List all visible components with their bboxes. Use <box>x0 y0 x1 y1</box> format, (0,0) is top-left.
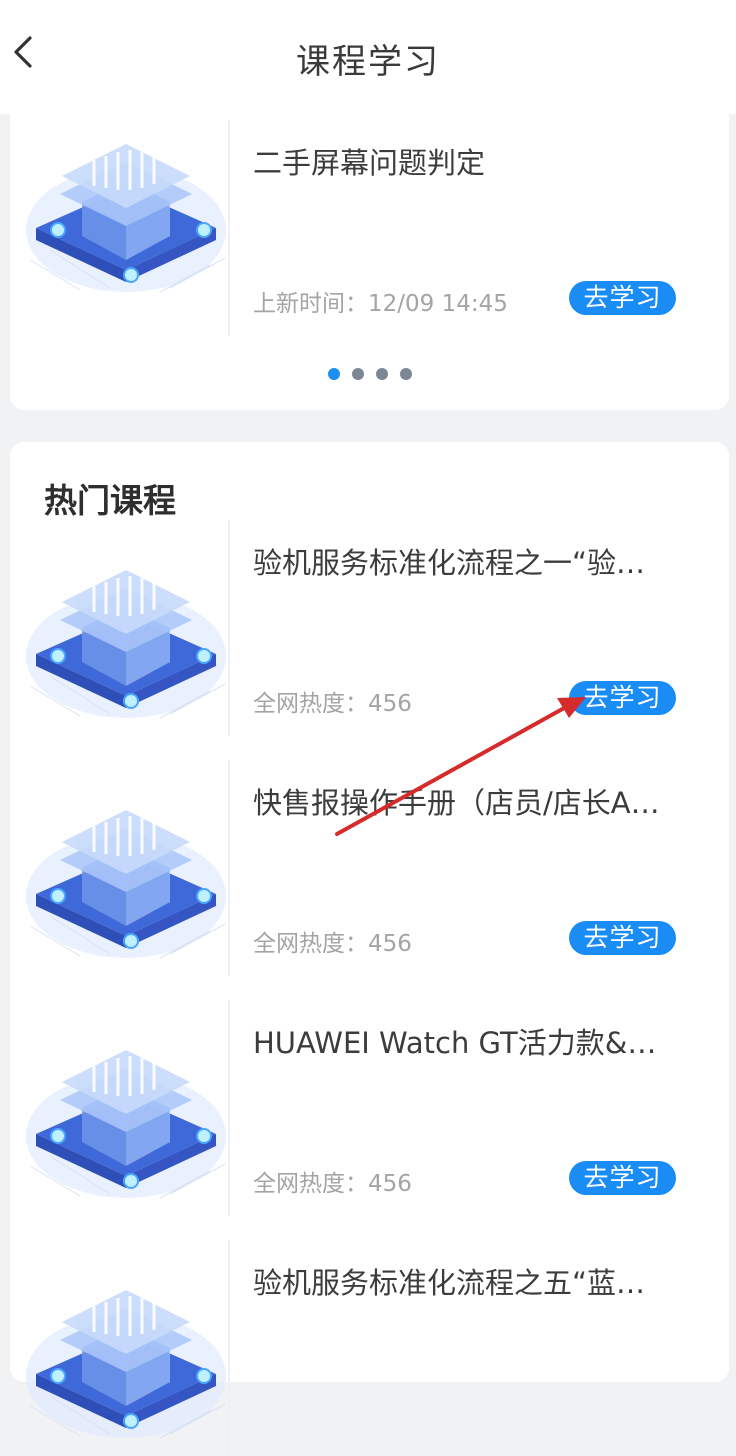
go-study-button[interactable]: 去学习 <box>569 921 676 955</box>
carousel-dot[interactable] <box>352 368 364 380</box>
hot-courses-card: 热门课程 验机服务标准化流程之一“验… 全网热度：456 去学习 快售报操作手册… <box>10 442 729 1456</box>
go-study-button[interactable]: 去学习 <box>569 681 676 715</box>
course-thumbnail <box>20 536 232 726</box>
divider <box>228 1240 230 1456</box>
course-item[interactable]: 快售报操作手册（店员/店长A… 全网热度：456 去学习 <box>10 760 729 976</box>
course-item[interactable]: 验机服务标准化流程之五“蓝… <box>10 1240 729 1456</box>
course-thumbnail <box>20 1256 232 1446</box>
course-title: 二手屏幕问题判定 <box>253 146 486 180</box>
section-title: 热门课程 <box>44 481 176 520</box>
divider <box>228 120 230 336</box>
page-title: 课程学习 <box>296 42 440 82</box>
course-title: 验机服务标准化流程之一“验… <box>253 546 646 580</box>
course-popularity: 全网热度：456 <box>253 691 412 717</box>
course-item[interactable]: 验机服务标准化流程之一“验… 全网热度：456 去学习 <box>10 520 729 736</box>
featured-course-item[interactable]: 二手屏幕问题判定 上新时间：12/09 14:45 去学习 <box>10 120 729 336</box>
course-thumbnail <box>20 110 232 300</box>
course-title: 验机服务标准化流程之五“蓝… <box>253 1266 646 1300</box>
top-bar: 课程学习 <box>0 0 736 114</box>
featured-course-card: 二手屏幕问题判定 上新时间：12/09 14:45 去学习 <box>10 80 729 410</box>
divider <box>228 520 230 736</box>
course-popularity: 全网热度：456 <box>253 1171 412 1197</box>
go-study-button[interactable]: 去学习 <box>569 1161 676 1195</box>
divider <box>228 1000 230 1216</box>
course-thumbnail <box>20 776 232 966</box>
course-item[interactable]: HUAWEI Watch GT活力款&… 全网热度：456 去学习 <box>10 1000 729 1216</box>
divider <box>228 760 230 976</box>
carousel-dot[interactable] <box>400 368 412 380</box>
carousel-dot[interactable] <box>328 368 340 380</box>
course-title: 快售报操作手册（店员/店长A… <box>253 786 660 820</box>
carousel-dot[interactable] <box>376 368 388 380</box>
course-popularity: 全网热度：456 <box>253 931 412 957</box>
course-title: HUAWEI Watch GT活力款&… <box>253 1026 657 1060</box>
go-study-button[interactable]: 去学习 <box>569 281 676 315</box>
course-update-time: 上新时间：12/09 14:45 <box>253 291 508 317</box>
course-thumbnail <box>20 1016 232 1206</box>
